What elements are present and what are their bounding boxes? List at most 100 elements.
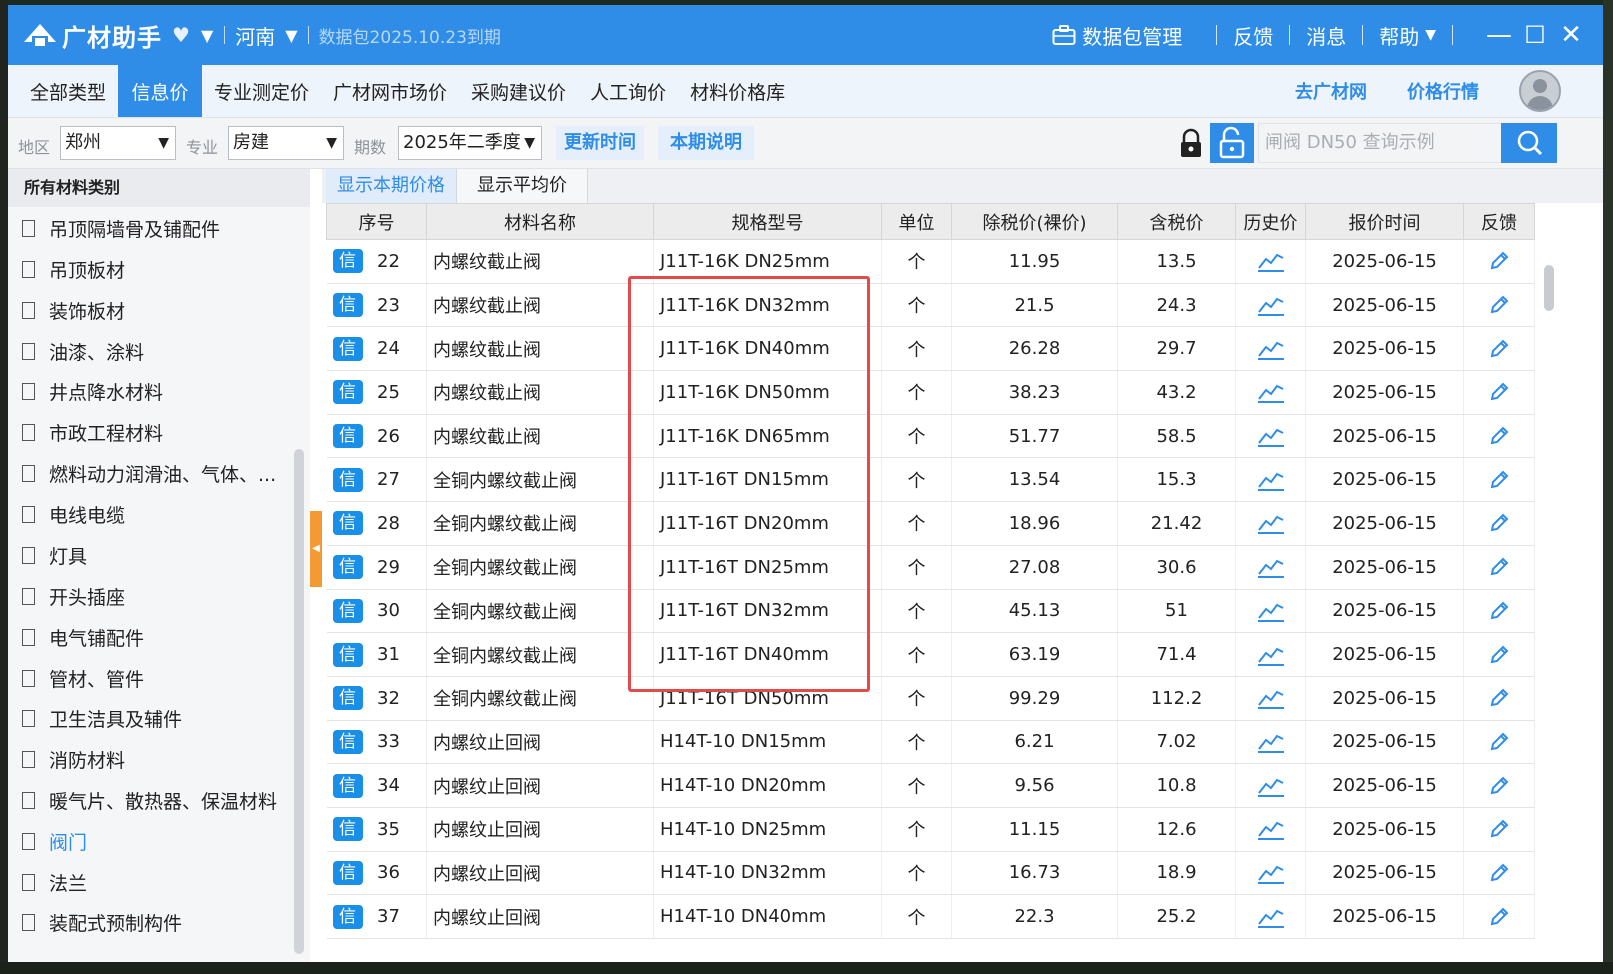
- col-name[interactable]: 材料名称: [426, 203, 654, 240]
- feedback-cell[interactable]: [1463, 545, 1535, 590]
- unlock-icon[interactable]: [1210, 123, 1254, 163]
- sidebar-item[interactable]: 电线电缆: [22, 499, 125, 529]
- table-row[interactable]: 信 26 内螺纹截止阀 J11T-16K DN65mm 个 51.77 58.5 2025-0…: [326, 414, 1535, 459]
- col-seq[interactable]: 序号: [326, 203, 427, 240]
- col-history[interactable]: 历史价: [1235, 203, 1306, 240]
- sidebar-item[interactable]: 燃料动力润滑油、气体、...: [22, 458, 276, 488]
- history-price-cell[interactable]: [1235, 589, 1306, 634]
- line-chart-icon[interactable]: [1256, 556, 1286, 579]
- pencil-icon[interactable]: [1488, 425, 1510, 446]
- feedback-cell[interactable]: [1463, 676, 1535, 721]
- region-selector[interactable]: 河南: [235, 21, 275, 50]
- help-chevron-icon[interactable]: ▼: [1425, 27, 1436, 43]
- sidebar-item[interactable]: 吊顶板材: [22, 254, 125, 284]
- history-price-cell[interactable]: [1235, 632, 1306, 677]
- history-price-cell[interactable]: [1235, 676, 1306, 721]
- sidebar-item[interactable]: 管材、管件: [22, 663, 144, 693]
- feedback-cell[interactable]: [1463, 807, 1535, 852]
- history-price-cell[interactable]: [1235, 501, 1306, 546]
- sidebar-item[interactable]: 市政工程材料: [22, 417, 163, 447]
- feedback-cell[interactable]: [1463, 851, 1535, 896]
- line-chart-icon[interactable]: [1256, 862, 1286, 884]
- history-price-cell[interactable]: [1235, 763, 1306, 808]
- table-row[interactable]: 信 36 内螺纹止回阀 H14T-10 DN32mm 个 16.73 18.9 2025-06…: [326, 851, 1535, 896]
- table-row[interactable]: 信 29 全铜内螺纹截止阀 J11T-16T DN25mm 个 27.08 30.6 2025…: [326, 545, 1535, 590]
- col-pretax[interactable]: 除税价(裸价): [951, 203, 1118, 240]
- feedback-cell[interactable]: [1463, 589, 1535, 634]
- line-chart-icon[interactable]: [1256, 818, 1286, 841]
- sidebar-item[interactable]: 法兰: [22, 867, 87, 897]
- line-chart-icon[interactable]: [1256, 600, 1286, 622]
- region-chevron-icon[interactable]: ▼: [285, 26, 297, 45]
- tab-manual-inquiry[interactable]: 人工询价: [578, 65, 678, 117]
- line-chart-icon[interactable]: [1256, 338, 1286, 360]
- history-price-cell[interactable]: [1235, 720, 1306, 765]
- feedback-cell[interactable]: [1463, 632, 1535, 677]
- close-icon[interactable]: ✕: [1553, 20, 1589, 50]
- sidebar-collapse-handle[interactable]: ◀: [310, 511, 322, 587]
- table-row[interactable]: 信 33 内螺纹止回阀 H14T-10 DN15mm 个 6.21 7.02 2025-06-…: [326, 720, 1535, 765]
- pencil-icon[interactable]: [1488, 862, 1510, 883]
- col-feedback[interactable]: 反馈: [1463, 203, 1535, 240]
- pencil-icon[interactable]: [1488, 818, 1510, 839]
- pencil-icon[interactable]: [1488, 469, 1510, 490]
- lock-icon[interactable]: [1176, 128, 1206, 160]
- table-row[interactable]: 信 35 内螺纹止回阀 H14T-10 DN25mm 个 11.15 12.6 2025-06…: [326, 807, 1535, 852]
- line-chart-icon[interactable]: [1256, 731, 1286, 753]
- tab-average-price[interactable]: 显示平均价: [456, 169, 588, 203]
- table-scrollbar[interactable]: [1544, 265, 1554, 311]
- history-price-cell[interactable]: [1235, 851, 1306, 896]
- messages-link[interactable]: 消息: [1306, 21, 1346, 50]
- sidebar-item[interactable]: 卫生洁具及辅件: [22, 703, 182, 733]
- pencil-icon[interactable]: [1488, 775, 1510, 796]
- table-row[interactable]: 信 28 全铜内螺纹截止阀 J11T-16T DN20mm 个 18.96 21.42 202…: [326, 501, 1535, 546]
- pencil-icon[interactable]: [1488, 644, 1510, 665]
- table-row[interactable]: 信 32 全铜内螺纹截止阀 J11T-16T DN50mm 个 99.29 112.2 202…: [326, 676, 1535, 721]
- feedback-cell[interactable]: [1463, 501, 1535, 546]
- line-chart-icon[interactable]: [1256, 250, 1286, 273]
- pencil-icon[interactable]: [1488, 556, 1510, 577]
- area-select[interactable]: 郑州 ▼: [60, 126, 176, 160]
- line-chart-icon[interactable]: [1256, 906, 1286, 928]
- table-row[interactable]: 信 24 内螺纹截止阀 J11T-16K DN40mm 个 26.28 29.7 2025-0…: [326, 326, 1535, 372]
- table-row[interactable]: 信 22 内螺纹截止阀 J11T-16K DN25mm 个 11.95 13.5 2025-0…: [326, 239, 1535, 284]
- line-chart-icon[interactable]: [1256, 644, 1286, 666]
- history-price-cell[interactable]: [1235, 807, 1306, 852]
- feedback-link[interactable]: 反馈: [1233, 21, 1273, 50]
- feedback-cell[interactable]: [1463, 326, 1535, 372]
- line-chart-icon[interactable]: [1256, 469, 1286, 491]
- search-icon[interactable]: [1501, 123, 1557, 163]
- help-menu[interactable]: 帮助: [1379, 21, 1419, 50]
- feedback-cell[interactable]: [1463, 894, 1535, 939]
- pencil-icon[interactable]: [1488, 687, 1510, 708]
- period-select[interactable]: 2025年二季度 ▼: [398, 126, 542, 160]
- line-chart-icon[interactable]: [1256, 687, 1286, 710]
- tab-professional-price[interactable]: 专业测定价: [202, 65, 321, 117]
- table-row[interactable]: 信 34 内螺纹止回阀 H14T-10 DN20mm 个 9.56 10.8 2025-06-…: [326, 763, 1535, 808]
- feedback-cell[interactable]: [1463, 720, 1535, 765]
- feedback-cell[interactable]: [1463, 239, 1535, 284]
- sidebar-item[interactable]: 装配式预制构件: [22, 907, 182, 937]
- sidebar-item[interactable]: 灯具: [22, 540, 87, 570]
- update-time-button[interactable]: 更新时间: [556, 126, 644, 160]
- sidebar-item[interactable]: 电气铺配件: [22, 622, 144, 652]
- history-price-cell[interactable]: [1235, 283, 1306, 328]
- tab-all-types[interactable]: 全部类型: [8, 65, 118, 117]
- tab-price-library[interactable]: 材料价格库: [678, 65, 797, 117]
- col-spec[interactable]: 规格型号: [653, 203, 882, 240]
- heart-icon[interactable]: ♥: [172, 23, 191, 47]
- tab-market-price[interactable]: 广材网市场价: [321, 65, 459, 117]
- pencil-icon[interactable]: [1488, 250, 1510, 271]
- history-price-cell[interactable]: [1235, 894, 1306, 939]
- history-price-cell[interactable]: [1235, 370, 1306, 415]
- pencil-icon[interactable]: [1488, 906, 1510, 927]
- sidebar-item[interactable]: 暖气片、散热器、保温材料: [22, 785, 277, 815]
- table-row[interactable]: 信 37 内螺纹止回阀 H14T-10 DN40mm 个 22.3 25.2 2025-06-…: [326, 894, 1535, 939]
- line-chart-icon[interactable]: [1256, 425, 1286, 448]
- sidebar-item[interactable]: 吊顶隔墙骨及铺配件: [22, 213, 220, 243]
- pencil-icon[interactable]: [1488, 381, 1510, 402]
- line-chart-icon[interactable]: [1256, 512, 1286, 535]
- tab-info-price[interactable]: 信息价: [118, 65, 203, 117]
- history-price-cell[interactable]: [1235, 326, 1306, 372]
- table-row[interactable]: 信 25 内螺纹截止阀 J11T-16K DN50mm 个 38.23 43.2 2025-0…: [326, 370, 1535, 415]
